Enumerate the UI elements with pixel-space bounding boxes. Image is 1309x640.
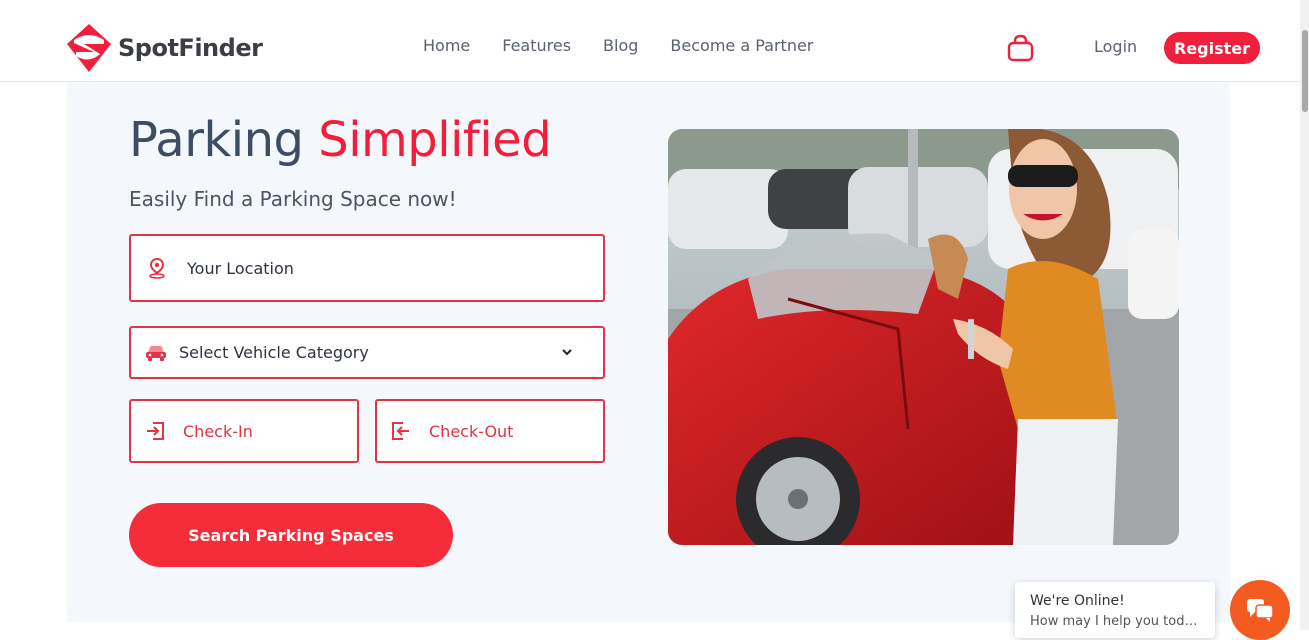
vehicle-category-select[interactable]: Select Vehicle Category [129, 326, 605, 379]
scrollbar-thumb[interactable] [1302, 30, 1308, 112]
check-in-label: Check-In [183, 421, 253, 441]
nav-features[interactable]: Features [502, 36, 571, 55]
check-out-field[interactable]: Check-Out [375, 399, 605, 463]
shopping-bag-icon[interactable] [1007, 34, 1034, 62]
hero-title: Parking Simplified [129, 112, 552, 168]
brand-logo[interactable]: SpotFinder [64, 22, 263, 74]
nav-blog[interactable]: Blog [603, 36, 638, 55]
chat-bubbles-icon [1247, 599, 1274, 622]
location-input[interactable]: Your Location [129, 234, 605, 302]
spotfinder-logo-icon [67, 24, 111, 72]
brand-name: SpotFinder [118, 34, 263, 62]
top-navbar: SpotFinder Home Features Blog Become a P… [0, 0, 1300, 82]
sign-out-icon [392, 422, 409, 440]
chat-launcher-button[interactable] [1230, 580, 1290, 640]
chat-prompt: How may I help you today? [1030, 614, 1202, 629]
car-icon [146, 345, 166, 361]
hero-title-main: Parking [129, 112, 319, 168]
chat-status: We're Online! [1030, 593, 1125, 609]
login-link[interactable]: Login [1094, 37, 1137, 56]
hero-subtitle: Easily Find a Parking Space now! [129, 187, 457, 211]
nav-become-partner[interactable]: Become a Partner [670, 36, 813, 55]
map-pin-icon [149, 257, 165, 279]
check-in-field[interactable]: Check-In [129, 399, 359, 463]
woman-with-red-convertible-photo [668, 129, 1179, 545]
chevron-down-icon [562, 349, 572, 356]
location-placeholder: Your Location [187, 258, 294, 278]
hero-title-accent: Simplified [318, 112, 552, 168]
check-out-label: Check-Out [429, 421, 514, 441]
nav-home[interactable]: Home [423, 36, 470, 55]
main-menu: Home Features Blog Become a Partner [423, 36, 813, 55]
sign-in-icon [147, 422, 164, 440]
vehicle-category-value: Select Vehicle Category [179, 343, 369, 362]
search-parking-button[interactable]: Search Parking Spaces [129, 503, 453, 567]
register-button[interactable]: Register [1164, 32, 1260, 64]
hero-photo [668, 129, 1179, 545]
